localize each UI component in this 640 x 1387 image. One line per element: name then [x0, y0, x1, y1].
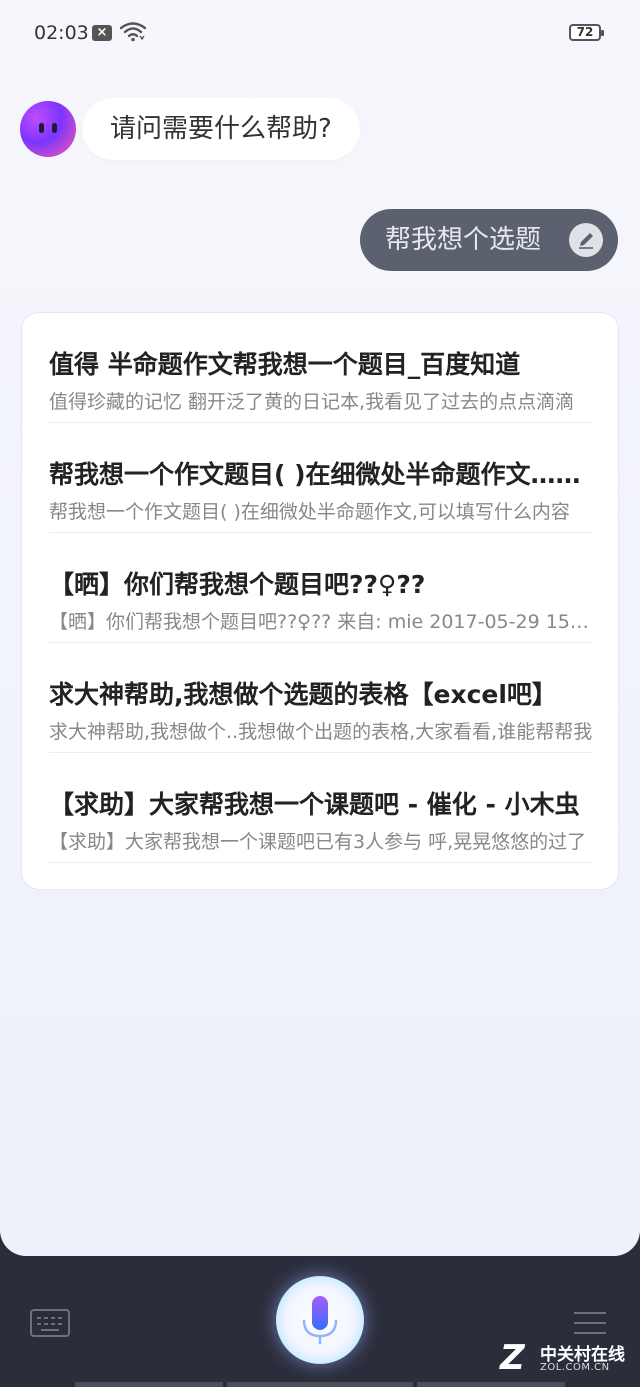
result-item[interactable]: 【晒】你们帮我想个题目吧??♀?? 【晒】你们帮我想个题目吧??♀?? 来自: …: [49, 533, 593, 643]
pencil-icon: [579, 233, 593, 249]
result-item[interactable]: 帮我想一个作文题目( )在细微处半命题作文…… 帮我想一个作文题目( )在细微处…: [49, 423, 593, 533]
home-indicator-segment: [75, 1382, 223, 1387]
assistant-avatar[interactable]: [20, 101, 76, 157]
keyboard-key: [44, 1317, 48, 1319]
result-snippet: 帮我想一个作文题目( )在细微处半命题作文,可以填写什么内容: [49, 501, 570, 523]
result-title: 帮我想一个作文题目( )在细微处半命题作文……: [49, 460, 581, 489]
keyboard-key: [37, 1323, 41, 1325]
keyboard-key: [58, 1323, 62, 1325]
result-title: 【晒】你们帮我想个题目吧??♀??: [49, 570, 426, 599]
menu-line: [574, 1312, 606, 1314]
home-indicator-segment: [227, 1382, 413, 1387]
avatar-eye-left: [39, 123, 44, 133]
search-results-card: 值得 半命题作文帮我想一个题目_百度知道 值得珍藏的记忆 翻开泛了黄的日记本,我…: [21, 312, 619, 890]
result-title: 【求助】大家帮我想一个课题吧 - 催化 - 小木虫: [49, 790, 580, 819]
battery-icon: 72: [569, 24, 604, 41]
status-bar: 02:03 × 72: [0, 0, 640, 64]
microphone-button[interactable]: [276, 1276, 364, 1364]
result-snippet: 【求助】大家帮我想一个课题吧已有3人参与 呼,晃晃悠悠的过了: [49, 831, 587, 853]
result-snippet: 【晒】你们帮我想个题目吧??♀?? 来自: mie 2017-05-29 15:…: [49, 611, 593, 633]
result-item[interactable]: 值得 半命题作文帮我想一个题目_百度知道 值得珍藏的记忆 翻开泛了黄的日记本,我…: [49, 313, 593, 423]
status-time: 02:03: [34, 22, 89, 44]
menu-button[interactable]: [574, 1312, 606, 1336]
keyboard-key: [51, 1317, 55, 1319]
home-indicator-segment: [417, 1382, 565, 1387]
keyboard-key: [58, 1317, 62, 1319]
zol-watermark: Z 中关村在线 ZOL.COM.CN: [500, 1338, 630, 1378]
user-query-bubble[interactable]: 帮我想个选题: [360, 209, 618, 271]
keyboard-key: [37, 1317, 41, 1319]
result-snippet: 值得珍藏的记忆 翻开泛了黄的日记本,我看见了过去的点点滴滴: [49, 391, 575, 413]
menu-line: [574, 1332, 606, 1334]
result-title: 求大神帮助,我想做个选题的表格【excel吧】: [49, 680, 557, 709]
zol-watermark-en: ZOL.COM.CN: [540, 1362, 610, 1373]
notification-x-icon: ×: [92, 25, 112, 41]
keyboard-key: [44, 1323, 48, 1325]
menu-line: [574, 1322, 606, 1324]
wifi-icon: [119, 22, 147, 46]
user-query-text: 帮我想个选题: [385, 225, 542, 255]
microphone-icon: [302, 1296, 338, 1344]
assistant-greeting-bubble: 请问需要什么帮助?: [82, 98, 360, 160]
keyboard-spacebar: [41, 1329, 59, 1331]
keyboard-button[interactable]: [30, 1309, 70, 1337]
edit-query-button[interactable]: [569, 223, 603, 257]
keyboard-key: [51, 1323, 55, 1325]
result-title: 值得 半命题作文帮我想一个题目_百度知道: [49, 350, 521, 379]
avatar-eye-right: [52, 123, 57, 133]
assistant-screen: 02:03 × 72 请问需要什么帮助? 帮我想个选题 值得 半命题作文帮我想一…: [0, 0, 640, 1256]
result-snippet: 求大神帮助,我想做个..我想做个出题的表格,大家看看,谁能帮帮我: [49, 721, 593, 743]
result-item[interactable]: 【求助】大家帮我想一个课题吧 - 催化 - 小木虫 【求助】大家帮我想一个课题吧…: [49, 753, 593, 863]
zol-logo: Z: [500, 1338, 525, 1378]
result-item[interactable]: 求大神帮助,我想做个选题的表格【excel吧】 求大神帮助,我想做个..我想做个…: [49, 643, 593, 753]
